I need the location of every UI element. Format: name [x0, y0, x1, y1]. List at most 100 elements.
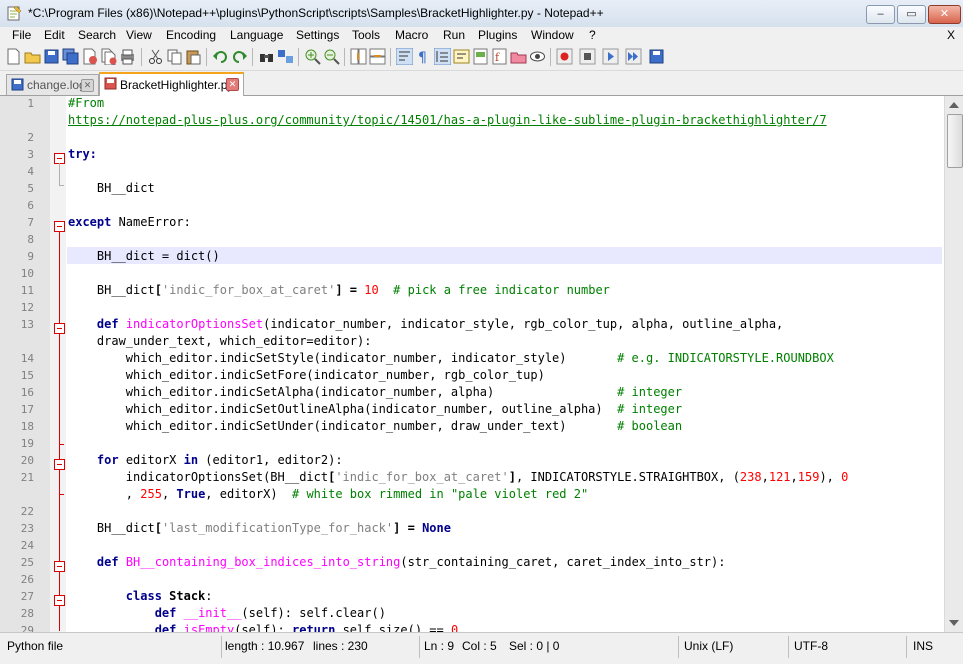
code-line[interactable]: for editorX in (editor1, editor2): [68, 453, 343, 467]
folder-workspace-icon[interactable] [510, 48, 527, 65]
status-encoding[interactable]: UTF-8 [794, 639, 828, 653]
scroll-up-icon[interactable] [949, 102, 959, 108]
vertical-scrollbar[interactable] [944, 96, 963, 632]
code-line[interactable]: https://notepad-plus-plus.org/community/… [68, 113, 827, 127]
doc-map-icon[interactable] [472, 48, 489, 65]
tab-brackethighlighter[interactable]: BracketHighlighter.py ✕ [99, 72, 244, 97]
redo-icon[interactable] [231, 48, 248, 65]
svg-text:¶: ¶ [418, 50, 427, 65]
print-icon[interactable] [119, 48, 136, 65]
menu-edit[interactable]: Edit [44, 28, 65, 42]
code-line[interactable]: try: [68, 147, 97, 161]
close-tab-icon[interactable]: ✕ [226, 78, 239, 91]
status-file-type: Python file [7, 639, 64, 653]
line-number: 8 [27, 233, 34, 246]
code-link[interactable]: https://notepad-plus-plus.org/community/… [68, 113, 827, 127]
paste-icon[interactable] [185, 48, 202, 65]
tab-change-log[interactable]: change.log ✕ [6, 74, 99, 95]
menu-plugins[interactable]: Plugins [478, 28, 517, 42]
stop-record-icon[interactable] [579, 48, 596, 65]
replace-icon[interactable] [277, 48, 294, 65]
code-editor[interactable]: 1 2 3 4 5 6 7 8 9 10 11 12 13 14 15 16 1… [0, 96, 944, 632]
menu-file[interactable]: File [12, 28, 31, 42]
sync-horizontal-icon[interactable] [369, 48, 386, 65]
code-line[interactable]: def indicatorOptionsSet(indicator_number… [68, 317, 783, 331]
close-all-icon[interactable] [100, 48, 117, 65]
fold-toggle-icon[interactable] [54, 595, 65, 606]
code-line[interactable]: which_editor.indicSetOutlineAlpha(indica… [68, 402, 682, 416]
sync-vertical-icon[interactable] [350, 48, 367, 65]
menu-tools[interactable]: Tools [352, 28, 380, 42]
code-line[interactable]: draw_under_text, which_editor=editor): [68, 334, 372, 348]
zoom-in-icon[interactable] [304, 48, 321, 65]
menu-macro[interactable]: Macro [395, 28, 428, 42]
status-eol[interactable]: Unix (LF) [684, 639, 733, 653]
show-all-chars-icon[interactable]: ¶ [415, 48, 432, 65]
code-line[interactable]: def __init__(self): self.clear() [68, 606, 386, 620]
cut-icon[interactable] [147, 48, 164, 65]
fold-toggle-icon[interactable] [54, 561, 65, 572]
code-line[interactable]: which_editor.indicSetStyle(indicator_num… [68, 351, 834, 365]
find-icon[interactable] [258, 48, 275, 65]
line-number: 13 [20, 318, 34, 331]
close-document-button[interactable]: X [947, 28, 955, 42]
undo-icon[interactable] [212, 48, 229, 65]
play-macro-icon[interactable] [602, 48, 619, 65]
word-wrap-icon[interactable] [396, 48, 413, 65]
minimize-button[interactable]: – [866, 5, 895, 24]
menu-settings[interactable]: Settings [296, 28, 339, 42]
fold-toggle-icon[interactable] [54, 459, 65, 470]
menu-encoding[interactable]: Encoding [166, 28, 216, 42]
open-file-icon[interactable] [24, 48, 41, 65]
zoom-out-icon[interactable] [323, 48, 340, 65]
save-icon[interactable] [43, 48, 60, 65]
fold-toggle-icon[interactable] [54, 323, 65, 334]
code-line[interactable]: , 255, True, editorX) # white box rimmed… [68, 487, 588, 501]
status-length: length : 10.967 [225, 639, 305, 653]
user-lang-icon[interactable] [453, 48, 470, 65]
code-line[interactable]: BH__dict['last_modificationType_for_hack… [68, 521, 451, 535]
close-icon[interactable] [81, 48, 98, 65]
code-line[interactable]: which_editor.indicSetUnder(indicator_num… [68, 419, 682, 433]
menu-run[interactable]: Run [443, 28, 465, 42]
function-list-icon[interactable]: f [491, 48, 508, 65]
status-insert-mode[interactable]: INS [913, 639, 933, 653]
new-file-icon[interactable] [5, 48, 22, 65]
copy-icon[interactable] [166, 48, 183, 65]
line-number: 4 [27, 165, 34, 178]
close-window-button[interactable]: ✕ [928, 5, 961, 24]
toolbar-separator [298, 48, 299, 66]
code-line[interactable]: BH__dict = dict() [68, 249, 220, 263]
code-line[interactable]: #From [68, 96, 104, 110]
save-all-icon[interactable] [62, 48, 79, 65]
menu-window[interactable]: Window [531, 28, 574, 42]
code-line[interactable]: indicatorOptionsSet(BH__dict['indic_for_… [68, 470, 849, 484]
menu-search[interactable]: Search [78, 28, 116, 42]
code-line[interactable]: def isEmpty(self): return self.size() ==… [68, 623, 458, 632]
menu-language[interactable]: Language [230, 28, 283, 42]
code-line[interactable]: def BH__containing_box_indices_into_stri… [68, 555, 726, 569]
maximize-button[interactable]: ▭ [897, 5, 926, 24]
close-tab-icon[interactable]: ✕ [81, 79, 94, 92]
code-line[interactable]: BH__dict [68, 181, 155, 195]
line-number: 25 [20, 556, 34, 569]
code-line[interactable]: which_editor.indicSetFore(indicator_numb… [68, 368, 545, 382]
line-number: 28 [20, 607, 34, 620]
saved-file-icon [11, 78, 24, 91]
run-macro-multiple-icon[interactable] [625, 48, 642, 65]
monitoring-icon[interactable] [529, 48, 546, 65]
status-separator [221, 636, 222, 658]
toolbar-separator [206, 48, 207, 66]
record-macro-icon[interactable] [556, 48, 573, 65]
line-number: 9 [27, 250, 34, 263]
save-macro-icon[interactable] [648, 48, 665, 65]
scrollbar-thumb[interactable] [947, 114, 963, 168]
code-line[interactable]: except NameError: [68, 215, 191, 229]
code-line[interactable]: BH__dict['indic_for_box_at_caret'] = 10 … [68, 283, 610, 297]
scroll-down-icon[interactable] [949, 620, 959, 626]
menu-help[interactable]: ? [589, 28, 596, 42]
code-line[interactable]: class Stack: [68, 589, 213, 603]
menu-view[interactable]: View [126, 28, 152, 42]
code-line[interactable]: which_editor.indicSetAlpha(indicator_num… [68, 385, 682, 399]
indent-guide-icon[interactable] [434, 48, 451, 65]
